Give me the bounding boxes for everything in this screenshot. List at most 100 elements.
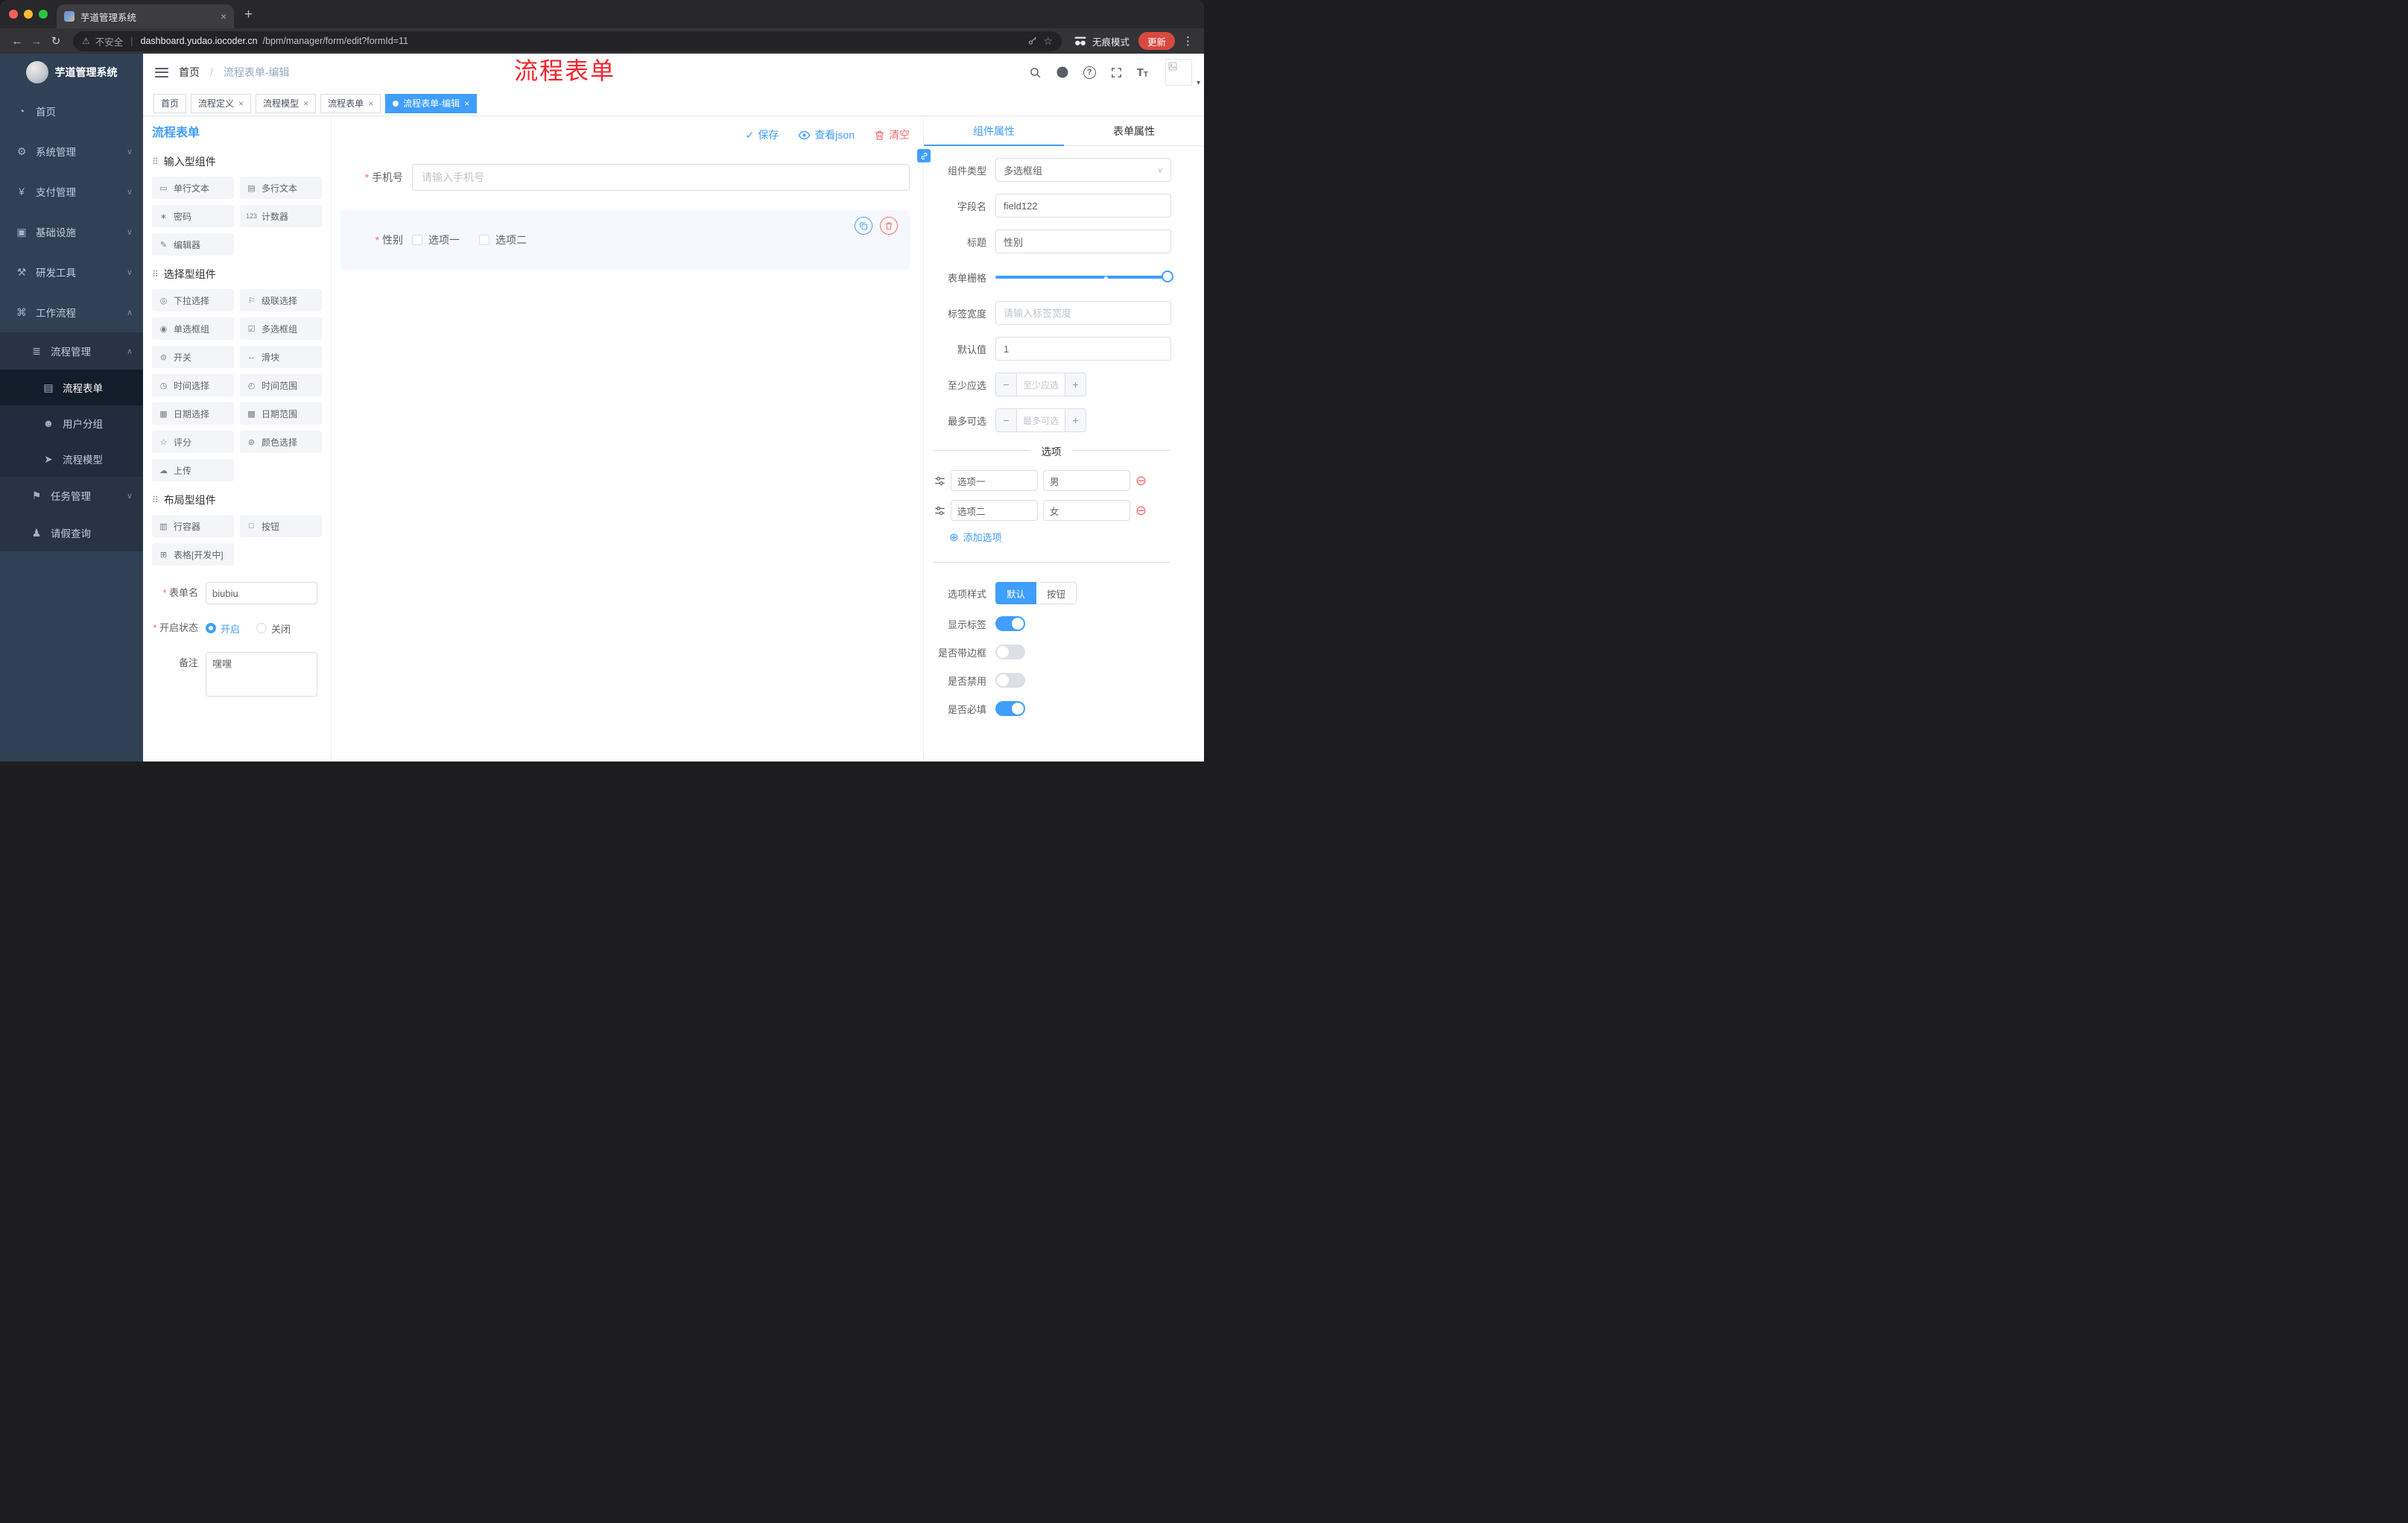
- github-icon[interactable]: [1056, 66, 1069, 79]
- palette-item-table[interactable]: ⊞ 表格[开发中]: [152, 543, 234, 566]
- drag-handle-icon[interactable]: [934, 505, 945, 516]
- option-value-input[interactable]: [1043, 470, 1130, 491]
- tag-home[interactable]: 首页: [153, 93, 187, 113]
- tag-process-form[interactable]: 流程表单 ×: [320, 93, 381, 113]
- tag-process-model[interactable]: 流程模型 ×: [256, 93, 317, 113]
- add-option-button[interactable]: ⊕ 添加选项: [931, 530, 1171, 544]
- password-key-icon[interactable]: [1027, 36, 1038, 46]
- app-logo[interactable]: 芋道管理系统: [0, 54, 143, 91]
- style-default-button[interactable]: 默认: [995, 582, 1037, 604]
- palette-item-color-picker[interactable]: ⊛ 颜色选择: [240, 431, 322, 453]
- browser-tab[interactable]: 芋道管理系统 ×: [57, 4, 234, 28]
- palette-item-date-range[interactable]: ▩ 日期范围: [240, 402, 322, 425]
- sidebar-item-leave-query[interactable]: ♟ 请假查询: [0, 514, 143, 551]
- phone-input[interactable]: [412, 164, 910, 191]
- palette-item-button[interactable]: □ 按钮: [240, 515, 322, 537]
- slider-handle[interactable]: [1162, 270, 1173, 282]
- help-icon[interactable]: ?: [1083, 66, 1096, 79]
- palette-item-dropdown[interactable]: ◎ 下拉选择: [152, 289, 234, 311]
- delete-component-button[interactable]: [880, 217, 898, 235]
- tag-process-definition[interactable]: 流程定义 ×: [191, 93, 252, 113]
- remove-option-button[interactable]: ⊖: [1135, 474, 1147, 487]
- palette-item-slider[interactable]: ↔ 滑块: [240, 346, 322, 368]
- sidebar-item-workflow[interactable]: ⌘ 工作流程 ∧: [0, 292, 143, 332]
- palette-item-rate[interactable]: ☆ 评分: [152, 431, 234, 453]
- palette-item-date-picker[interactable]: ▦ 日期选择: [152, 402, 234, 425]
- new-tab-button[interactable]: +: [244, 7, 253, 23]
- disabled-toggle[interactable]: [995, 673, 1025, 688]
- component-type-select[interactable]: 多选框组 ∨: [995, 158, 1171, 182]
- sidebar-item-home[interactable]: ◔ 首页: [0, 91, 143, 131]
- caret-down-icon[interactable]: ▾: [1197, 79, 1200, 87]
- palette-item-single-line-text[interactable]: ▭ 单行文本: [152, 177, 234, 199]
- view-json-button[interactable]: 查看json: [798, 127, 855, 142]
- label-width-input[interactable]: [995, 301, 1171, 325]
- increment-button[interactable]: +: [1065, 373, 1086, 396]
- palette-item-time-range[interactable]: ◴ 时间范围: [240, 374, 322, 396]
- border-toggle[interactable]: [995, 645, 1025, 659]
- option-label-input[interactable]: [951, 470, 1038, 491]
- palette-item-row-container[interactable]: ▥ 行容器: [152, 515, 234, 537]
- sidebar-item-process-management[interactable]: ≣ 流程管理 ∧: [0, 332, 143, 370]
- sidebar-item-system[interactable]: ⚙ 系统管理 ∨: [0, 131, 143, 171]
- tag-close-icon[interactable]: ×: [464, 98, 469, 109]
- tag-close-icon[interactable]: ×: [368, 98, 373, 109]
- clear-button[interactable]: 清空: [874, 127, 910, 142]
- palette-item-editor[interactable]: ✎ 编辑器: [152, 233, 234, 256]
- font-size-icon[interactable]: TT: [1137, 66, 1148, 79]
- save-button[interactable]: ✓ 保存: [746, 127, 779, 142]
- tab-close-icon[interactable]: ×: [221, 10, 226, 22]
- style-button-button[interactable]: 按钮: [1036, 582, 1077, 604]
- sidebar-item-process-form[interactable]: ▤ 流程表单: [0, 370, 143, 405]
- hamburger-icon[interactable]: [155, 67, 168, 77]
- palette-item-cascader[interactable]: ⚐ 级联选择: [240, 289, 322, 311]
- palette-item-multi-line-text[interactable]: ▤ 多行文本: [240, 177, 322, 199]
- tag-process-form-edit[interactable]: 流程表单-编辑 ×: [385, 93, 478, 113]
- tab-component-props[interactable]: 组件属性: [924, 116, 1064, 146]
- show-label-toggle[interactable]: [995, 616, 1025, 631]
- tag-close-icon[interactable]: ×: [303, 98, 308, 109]
- sidebar-item-task-management[interactable]: ⚑ 任务管理 ∨: [0, 477, 143, 514]
- selected-component-gender[interactable]: 性别 选项一 选项二: [340, 210, 910, 270]
- tab-form-props[interactable]: 表单属性: [1064, 116, 1204, 145]
- gender-option1-checkbox[interactable]: 选项一: [412, 232, 460, 247]
- sidebar-item-user-groups[interactable]: ☻ 用户分组: [0, 405, 143, 441]
- min-select-value[interactable]: 至少应选: [1017, 373, 1065, 396]
- form-grid-slider[interactable]: [995, 265, 1173, 289]
- palette-item-radio-group[interactable]: ◉ 单选框组: [152, 317, 234, 340]
- palette-item-counter[interactable]: 123 计数器: [240, 205, 322, 227]
- palette-item-password[interactable]: ∗ 密码: [152, 205, 234, 227]
- phone-field-row[interactable]: 手机号: [340, 164, 910, 191]
- copy-component-button[interactable]: [855, 217, 872, 235]
- increment-button[interactable]: +: [1065, 409, 1086, 431]
- browser-menu-icon[interactable]: ⋮: [1182, 34, 1194, 48]
- update-button[interactable]: 更新: [1138, 32, 1175, 50]
- decrement-button[interactable]: −: [996, 373, 1017, 396]
- sidebar-item-devtools[interactable]: ⚒ 研发工具 ∨: [0, 252, 143, 292]
- gender-option2-checkbox[interactable]: 选项二: [479, 232, 527, 247]
- sidebar-item-payment[interactable]: ¥ 支付管理 ∨: [0, 171, 143, 212]
- remove-option-button[interactable]: ⊖: [1135, 504, 1147, 517]
- default-value-input[interactable]: [995, 337, 1171, 361]
- palette-item-upload[interactable]: ☁ 上传: [152, 459, 234, 481]
- palette-item-switch[interactable]: ⊜ 开关: [152, 346, 234, 368]
- option-value-input[interactable]: [1043, 500, 1130, 521]
- status-on-radio[interactable]: 开启: [206, 621, 240, 636]
- status-off-radio[interactable]: 关闭: [256, 621, 291, 636]
- fullscreen-icon[interactable]: [1110, 66, 1123, 79]
- palette-item-checkbox-group[interactable]: ☑ 多选框组: [240, 317, 322, 340]
- drag-handle-icon[interactable]: [934, 475, 945, 487]
- reload-button[interactable]: ↻: [46, 34, 66, 48]
- address-bar[interactable]: ⚠ 不安全 | dashboard.yudao.iocoder.cn/bpm/m…: [73, 31, 1062, 51]
- close-window-button[interactable]: [9, 10, 18, 19]
- field-name-input[interactable]: [995, 194, 1171, 218]
- required-toggle[interactable]: [995, 701, 1025, 716]
- decrement-button[interactable]: −: [996, 409, 1017, 431]
- breadcrumb-home[interactable]: 首页: [179, 65, 200, 80]
- search-icon[interactable]: [1029, 66, 1042, 79]
- avatar[interactable]: [1165, 59, 1192, 86]
- maximize-window-button[interactable]: [39, 10, 48, 19]
- form-remark-textarea[interactable]: 嘿嘿: [206, 652, 317, 697]
- palette-item-time-picker[interactable]: ◷ 时间选择: [152, 374, 234, 396]
- sidebar-item-process-model[interactable]: ➤ 流程模型: [0, 441, 143, 477]
